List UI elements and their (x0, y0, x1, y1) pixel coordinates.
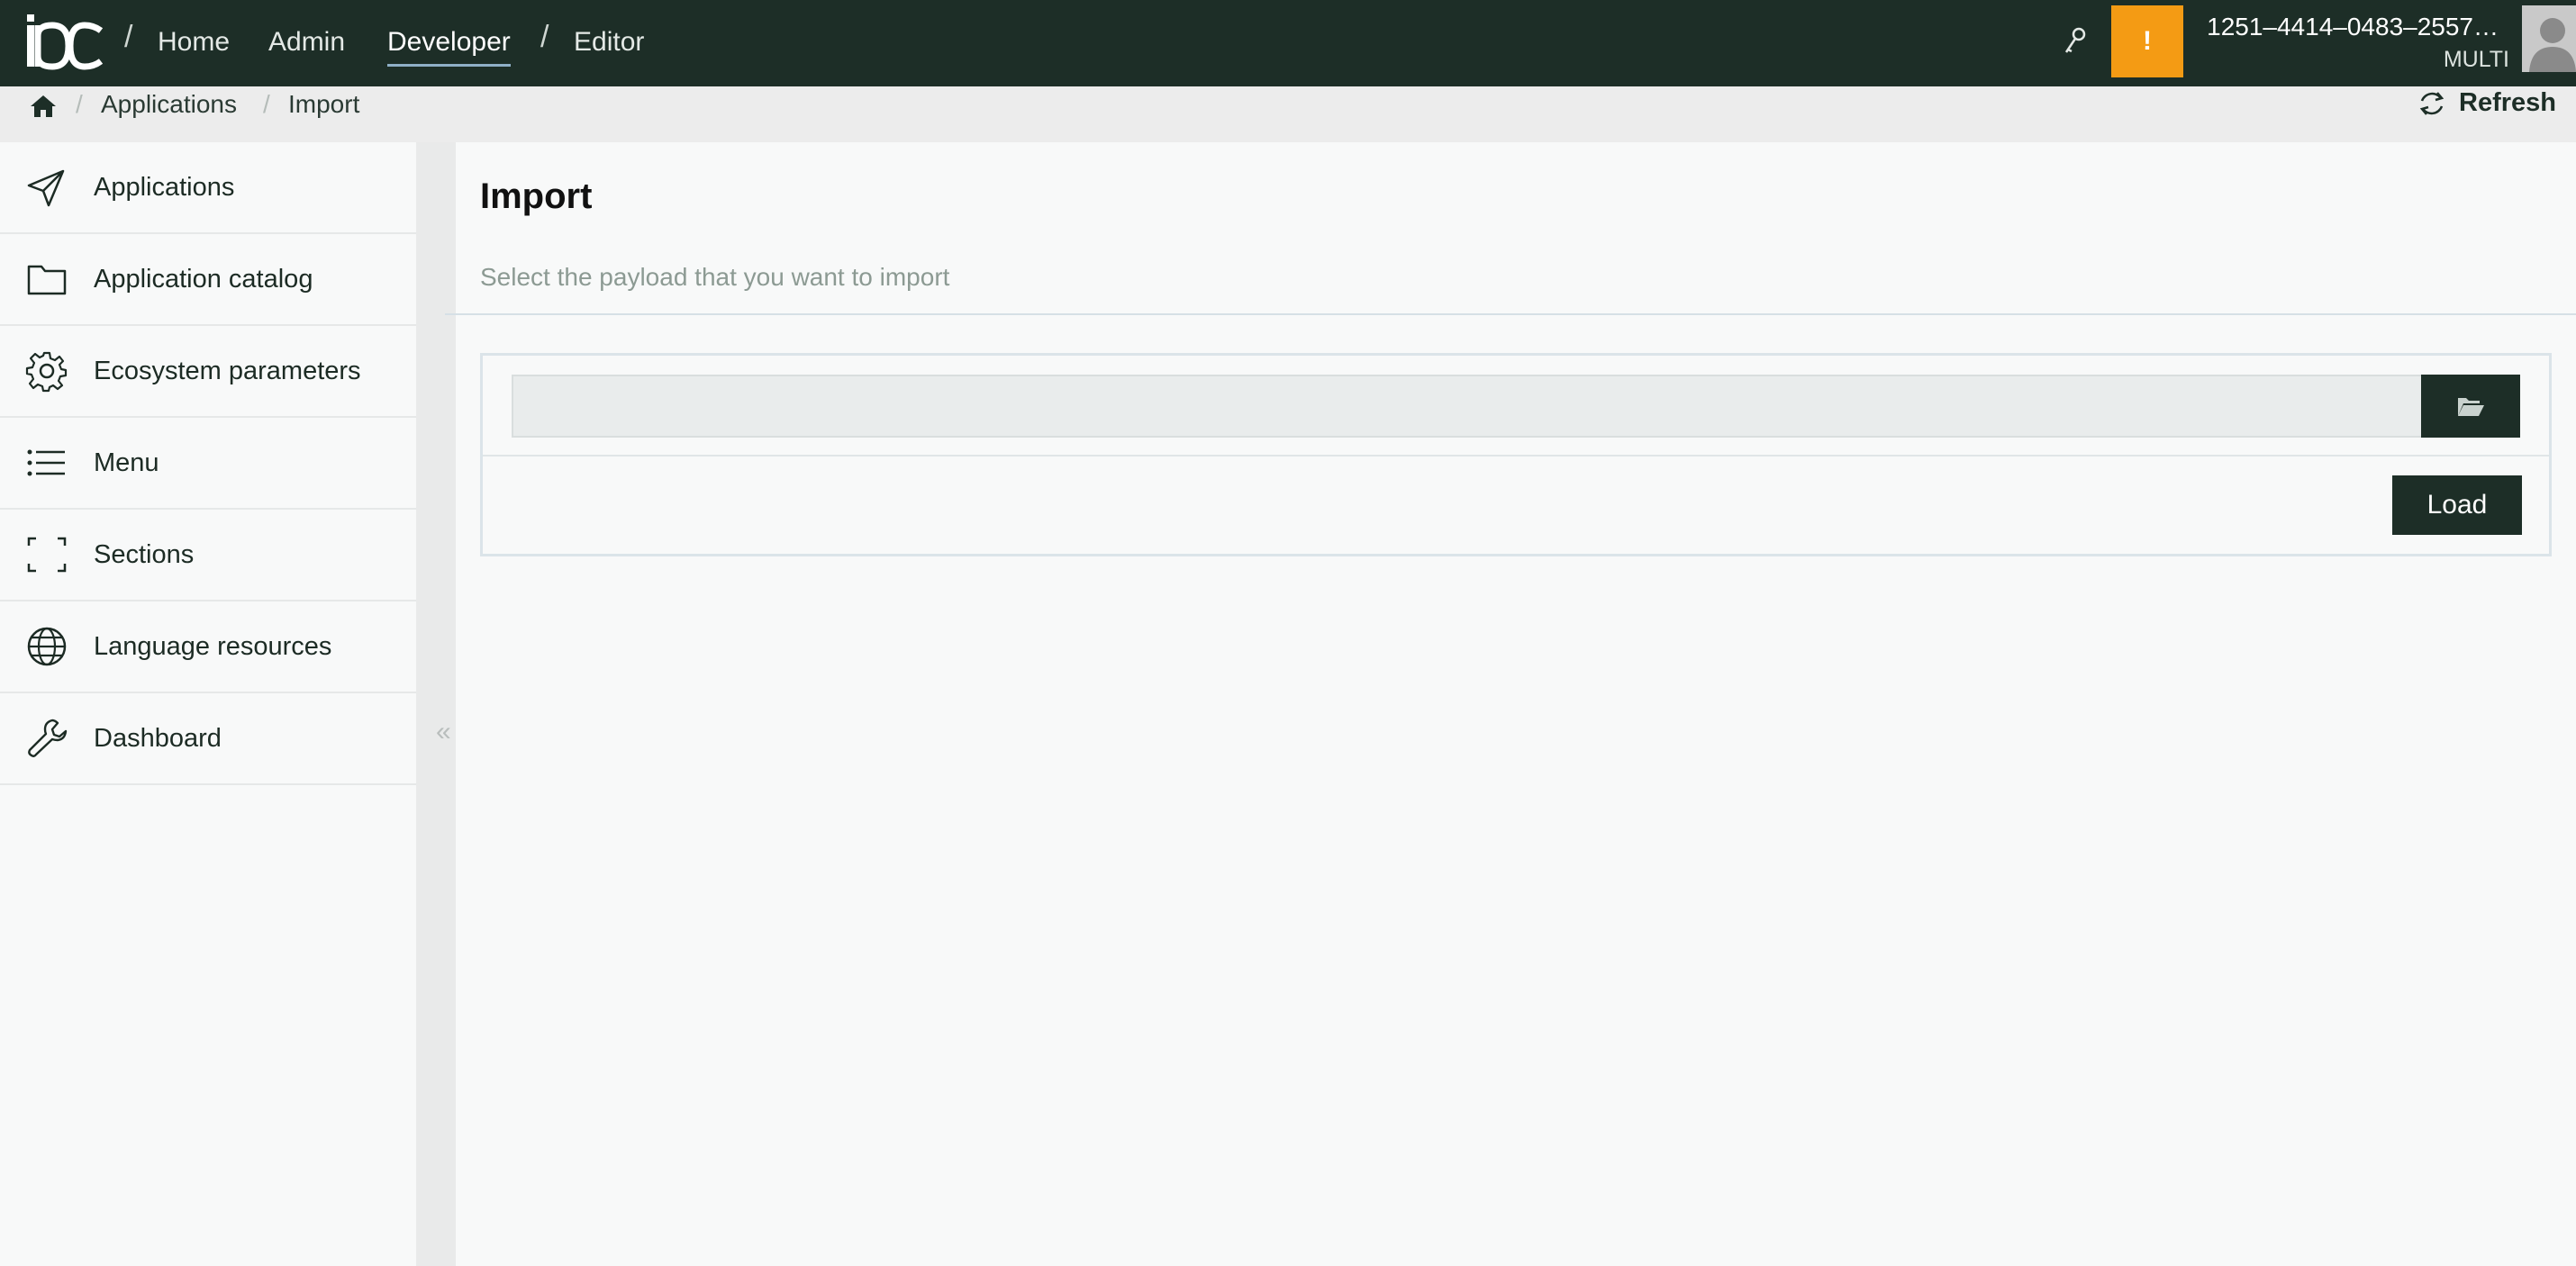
collapse-sidebar-icon[interactable]: « (436, 717, 451, 747)
sidebar-item-applications[interactable]: Applications (0, 142, 416, 234)
sidebar-item-label: Ecosystem parameters (94, 356, 361, 385)
breadcrumb-separator: / (263, 90, 270, 118)
wrench-icon (28, 719, 68, 757)
sidebar-gutter (416, 142, 456, 1266)
paper-plane-icon (27, 169, 65, 207)
divider (445, 313, 2576, 315)
panel-divider (483, 455, 2549, 457)
sidebar-item-menu[interactable]: Menu (0, 418, 416, 510)
sidebar-item-language-resources[interactable]: Language resources (0, 601, 416, 693)
sidebar-item-label: Dashboard (94, 723, 222, 753)
ibc-logo[interactable] (25, 13, 103, 70)
refresh-icon (2419, 91, 2444, 115)
list-icon (27, 449, 65, 476)
breadcrumb-applications[interactable]: Applications (101, 90, 237, 119)
browse-file-button[interactable] (2421, 375, 2520, 438)
top-navigation-bar (0, 0, 2576, 86)
load-button[interactable]: Load (2392, 475, 2522, 535)
nav-admin[interactable]: Admin (268, 27, 345, 58)
alert-button[interactable]: ! (2111, 5, 2183, 77)
nav-separator: / (540, 20, 549, 54)
sidebar-item-application-catalog[interactable]: Application catalog (0, 234, 416, 326)
sidebar-item-sections[interactable]: Sections (0, 510, 416, 601)
sidebar-item-label: Sections (94, 539, 195, 569)
sidebar-item-label: Applications (94, 172, 235, 202)
sidebar-item-dashboard[interactable]: Dashboard (0, 693, 416, 785)
nav-editor[interactable]: Editor (574, 27, 644, 58)
payload-file-input[interactable] (512, 375, 2423, 438)
gear-icon (25, 351, 68, 393)
breadcrumb-separator: / (76, 90, 83, 118)
account-role: MULTI (2443, 47, 2509, 72)
open-folder-icon (2458, 398, 2484, 416)
breadcrumb-import: Import (288, 90, 360, 118)
page-subtitle: Select the payload that you want to impo… (480, 263, 950, 291)
page-title: Import (480, 176, 593, 216)
refresh-button[interactable]: Refresh (2417, 88, 2556, 118)
globe-icon (27, 627, 67, 666)
sidebar-item-label: Menu (94, 448, 159, 477)
avatar[interactable] (2522, 5, 2576, 72)
nav-separator: / (124, 20, 133, 54)
account-id[interactable]: 1251–4414–0483–2557… (2207, 13, 2499, 41)
sidebar-item-ecosystem-parameters[interactable]: Ecosystem parameters (0, 326, 416, 418)
exclamation-icon: ! (2143, 26, 2152, 56)
refresh-label: Refresh (2459, 88, 2556, 117)
frame-corners-icon (27, 537, 67, 573)
sidebar-item-label: Language resources (94, 631, 332, 661)
nav-home[interactable]: Home (158, 27, 230, 58)
key-icon[interactable] (2063, 25, 2088, 56)
nav-developer[interactable]: Developer (387, 27, 511, 67)
home-icon[interactable] (29, 94, 58, 119)
folder-icon (27, 265, 67, 295)
sidebar-item-label: Application catalog (94, 264, 313, 294)
breadcrumb (0, 86, 2576, 142)
